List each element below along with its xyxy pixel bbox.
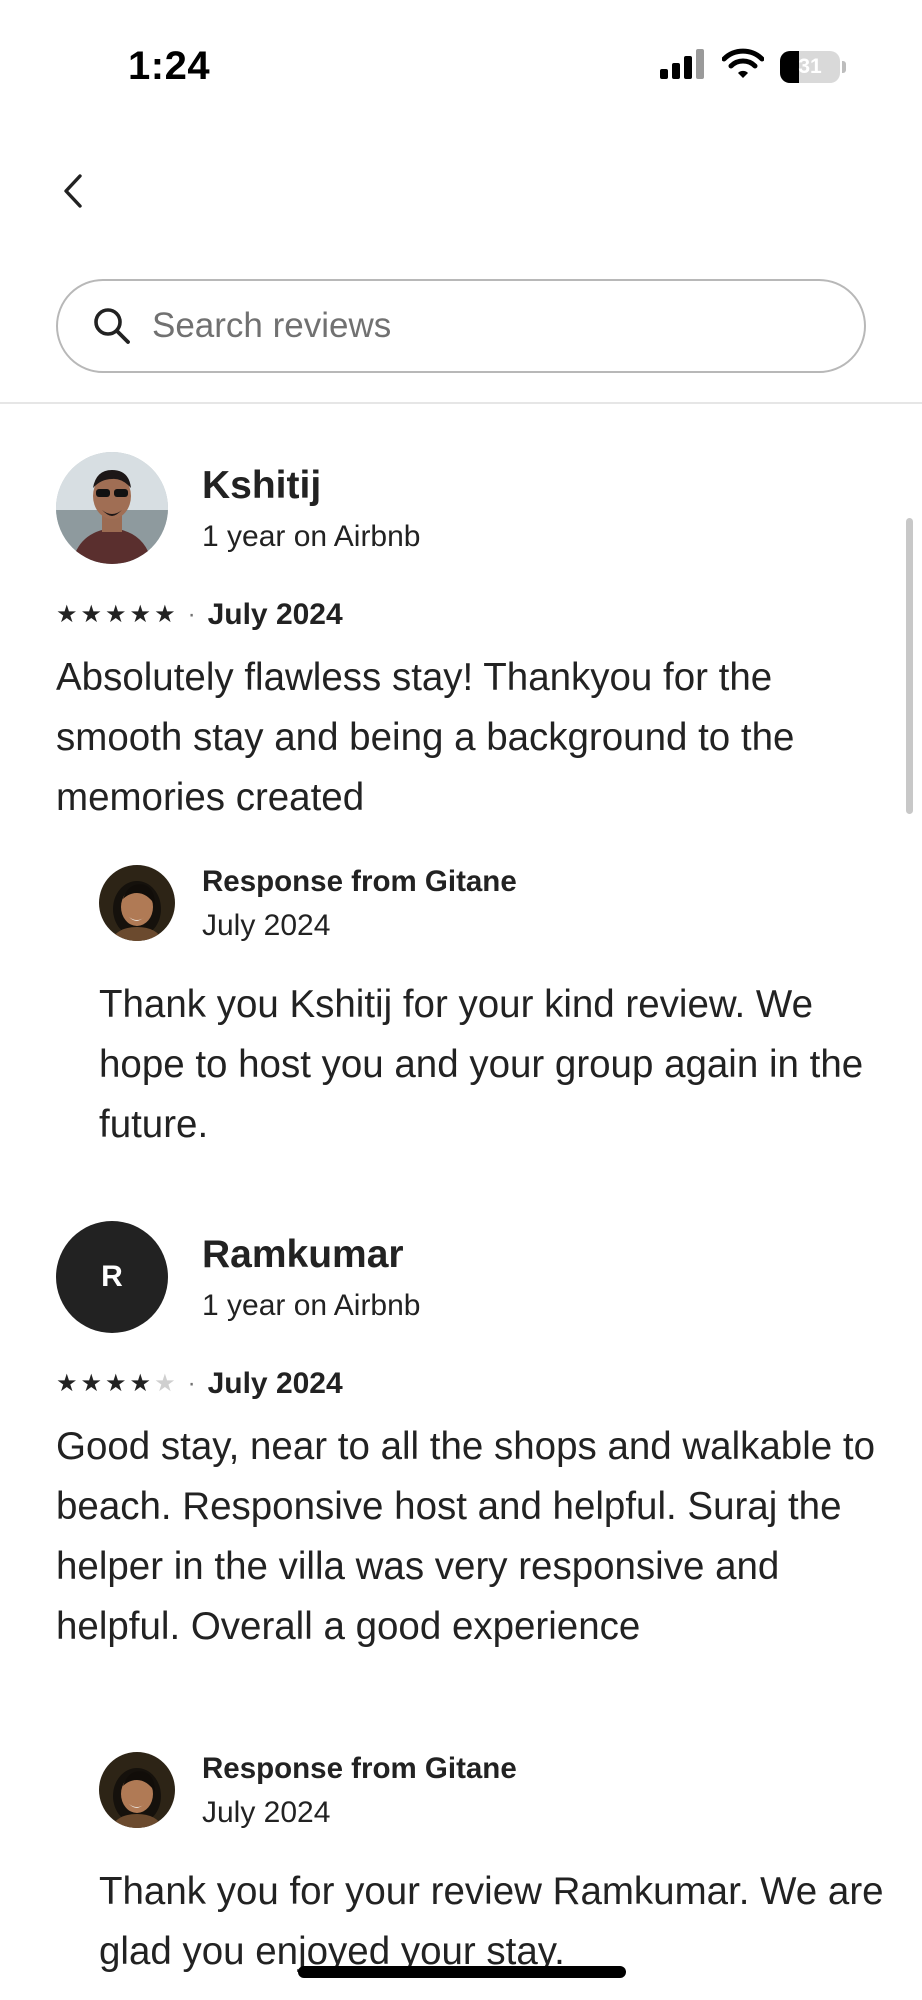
star-icon: ★ <box>154 601 176 628</box>
cellular-signal-icon <box>660 49 706 84</box>
review-text: Good stay, near to all the shops and wal… <box>56 1425 875 1648</box>
status-time: 1:24 <box>128 44 211 88</box>
status-icons: 31 <box>660 48 846 85</box>
back-button[interactable] <box>50 168 96 214</box>
star-icon: ★ <box>154 1370 176 1397</box>
star-icon: ★ <box>56 1370 78 1397</box>
avatar[interactable]: R <box>56 1221 168 1333</box>
rating-row: ★ ★ ★ ★ ★ · July 2024 <box>56 598 343 632</box>
reviewer-name[interactable]: Ramkumar <box>202 1233 404 1277</box>
review-date: July 2024 <box>207 598 343 631</box>
header-divider <box>0 402 922 404</box>
host-avatar[interactable] <box>99 865 175 941</box>
response-text: Thank you Kshitij for your kind review. … <box>99 983 864 1146</box>
scrollbar[interactable] <box>906 518 913 814</box>
host-avatar[interactable] <box>99 1752 175 1828</box>
search-bar[interactable] <box>56 279 866 373</box>
star-rating: ★ ★ ★ ★ ★ <box>56 1372 176 1396</box>
avatar[interactable] <box>56 452 168 564</box>
star-icon: ★ <box>105 601 127 628</box>
response-date: July 2024 <box>202 1796 331 1829</box>
reviewer-name[interactable]: Kshitij <box>202 464 321 508</box>
response-title: Response from Gitane <box>202 865 517 898</box>
rating-row: ★ ★ ★ ★ ★ · July 2024 <box>56 1367 343 1401</box>
separator-dot: · <box>187 1370 196 1397</box>
reviews-screen: 1:24 31 Search reviews Kshitij 1 year on… <box>0 0 922 2000</box>
home-indicator[interactable] <box>298 1966 626 1978</box>
star-icon: ★ <box>129 1370 152 1397</box>
star-icon: ★ <box>56 601 78 628</box>
review-text: Absolutely flawless stay! Thankyou for t… <box>56 656 795 819</box>
search-icon <box>94 308 130 344</box>
star-icon: ★ <box>80 1370 103 1397</box>
battery-icon: 31 <box>780 50 846 83</box>
battery-level: 31 <box>798 54 822 78</box>
star-icon: ★ <box>129 601 152 628</box>
wifi-icon <box>721 48 765 85</box>
response-title: Response from Gitane <box>202 1752 517 1785</box>
star-rating: ★ ★ ★ ★ ★ <box>56 603 176 627</box>
search-input[interactable] <box>152 306 792 346</box>
star-icon: ★ <box>80 601 103 628</box>
review-date: July 2024 <box>207 1367 343 1400</box>
star-icon: ★ <box>105 1370 127 1397</box>
chevron-left-icon <box>64 174 82 208</box>
separator-dot: · <box>187 601 196 628</box>
reviewer-tenure: 1 year on Airbnb <box>202 1289 421 1322</box>
response-text: Thank you for your review Ramkumar. We a… <box>99 1870 884 1973</box>
response-date: July 2024 <box>202 909 331 942</box>
reviewer-tenure: 1 year on Airbnb <box>202 520 421 553</box>
